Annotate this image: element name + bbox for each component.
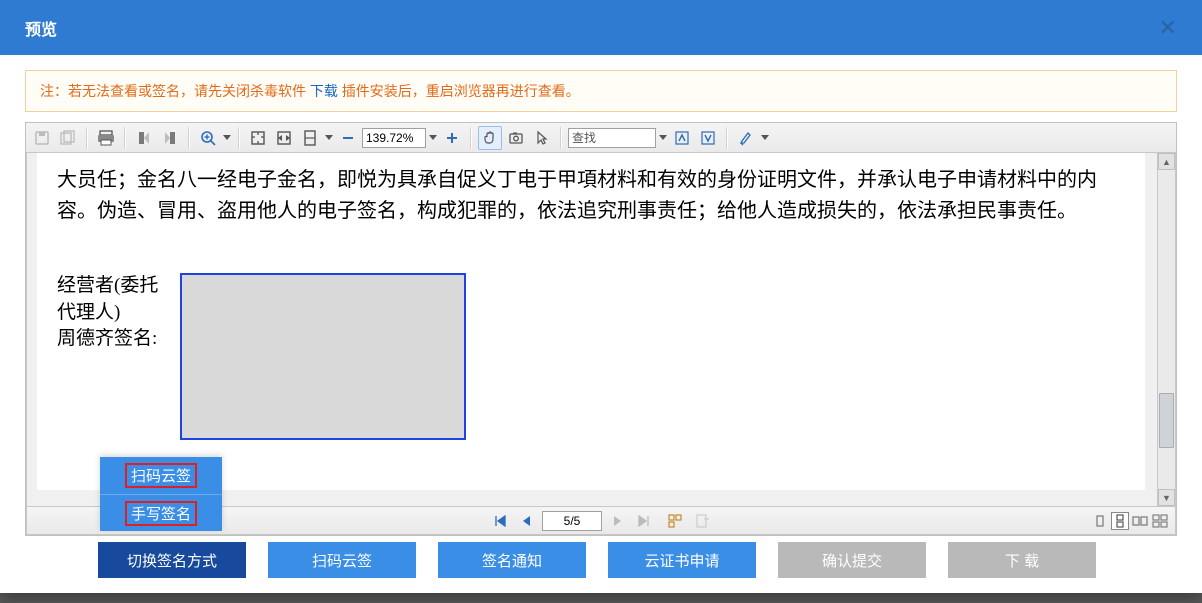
- scroll-down-icon[interactable]: ▼: [1158, 489, 1175, 506]
- scroll-thumb[interactable]: [1159, 393, 1174, 448]
- close-icon[interactable]: ✕: [1159, 15, 1177, 41]
- download-plugin-link[interactable]: 下载: [310, 83, 338, 99]
- rotate-left-icon[interactable]: [132, 126, 156, 150]
- download-button: 下 载: [948, 542, 1096, 578]
- prev-page-icon[interactable]: [516, 511, 536, 531]
- warning-note: 注：若无法查看或签名，请先关闭杀毒软件 下载 插件安装后，重启浏览器再进行查看。: [25, 70, 1177, 112]
- sign-method-popup: 扫码云签 手写签名: [100, 457, 222, 531]
- document-page: 大员任；金名八一经电子金名，即悦为具承自促义丁电于甲項材料和有效的身份证明文件，…: [37, 153, 1145, 490]
- popup-option-handwrite[interactable]: 手写签名: [100, 494, 222, 531]
- modal-header: 预览 ✕: [0, 0, 1202, 55]
- highlight-dropdown-icon[interactable]: [760, 135, 770, 141]
- popup-option-scan[interactable]: 扫码云签: [100, 457, 222, 494]
- document-area[interactable]: 大员任；金名八一经电子金名，即悦为具承自促义丁电于甲項材料和有效的身份证明文件，…: [26, 153, 1176, 507]
- zoom-in-icon[interactable]: [440, 126, 464, 150]
- save-icon[interactable]: [30, 126, 54, 150]
- thumbnail-toggle-icon[interactable]: [666, 511, 686, 531]
- signature-row: 经营者(委托 代理人) 周德齐签名:: [57, 273, 1125, 440]
- signature-label: 经营者(委托 代理人) 周德齐签名:: [57, 273, 172, 440]
- find-prev-icon[interactable]: [670, 126, 694, 150]
- save-copy-icon[interactable]: [56, 126, 80, 150]
- zoom-out-icon[interactable]: [336, 126, 360, 150]
- signature-box[interactable]: [180, 273, 466, 440]
- sign-notify-button[interactable]: 签名通知: [438, 542, 586, 578]
- first-page-icon[interactable]: [490, 511, 510, 531]
- scan-sign-button[interactable]: 扫码云签: [268, 542, 416, 578]
- view-facing-icon[interactable]: [1131, 512, 1149, 530]
- zoom-dropdown-icon[interactable]: [222, 135, 232, 141]
- snapshot-icon[interactable]: [504, 126, 528, 150]
- view-single-icon[interactable]: [1091, 512, 1109, 530]
- zoom-value-dropdown-icon[interactable]: [428, 135, 438, 141]
- fit-width-icon[interactable]: [298, 126, 322, 150]
- print-icon[interactable]: [94, 126, 118, 150]
- bookmark-toggle-icon[interactable]: [692, 511, 712, 531]
- zoom-icon[interactable]: [196, 126, 220, 150]
- scroll-up-icon[interactable]: ▲: [1158, 153, 1175, 170]
- modal-title: 预览: [25, 16, 57, 40]
- document-body-text: 大员任；金名八一经电子金名，即悦为具承自促义丁电于甲項材料和有效的身份证明文件，…: [57, 165, 1125, 227]
- rotate-right-icon[interactable]: [158, 126, 182, 150]
- last-page-icon[interactable]: [634, 511, 654, 531]
- next-page-icon[interactable]: [608, 511, 628, 531]
- find-dropdown-icon[interactable]: [658, 135, 668, 141]
- zoom-input[interactable]: [362, 128, 426, 148]
- actual-size-icon[interactable]: [246, 126, 270, 150]
- confirm-submit-button: 确认提交: [778, 542, 926, 578]
- view-continuous-icon[interactable]: [1111, 512, 1129, 530]
- footer-actions: 切换签名方式 扫码云签 签名通知 云证书申请 确认提交 下 载: [25, 536, 1177, 578]
- switch-sign-method-button[interactable]: 切换签名方式: [98, 542, 246, 578]
- highlight-icon[interactable]: [734, 126, 758, 150]
- page-input[interactable]: [542, 511, 602, 531]
- find-next-icon[interactable]: [696, 126, 720, 150]
- select-tool-icon[interactable]: [530, 126, 554, 150]
- hand-tool-icon[interactable]: [478, 126, 502, 150]
- view-facing-continuous-icon[interactable]: [1151, 512, 1169, 530]
- viewer-toolbar: [26, 123, 1176, 153]
- cloud-cert-apply-button[interactable]: 云证书申请: [608, 542, 756, 578]
- fit-page-icon[interactable]: [272, 126, 296, 150]
- find-input[interactable]: [568, 128, 656, 148]
- vertical-scrollbar[interactable]: ▲ ▼: [1157, 153, 1175, 506]
- note-prefix: 注：若无法查看或签名，请先关闭杀毒软件: [40, 83, 310, 99]
- note-suffix: 插件安装后，重启浏览器再进行查看。: [342, 83, 580, 99]
- fit-dropdown-icon[interactable]: [324, 135, 334, 141]
